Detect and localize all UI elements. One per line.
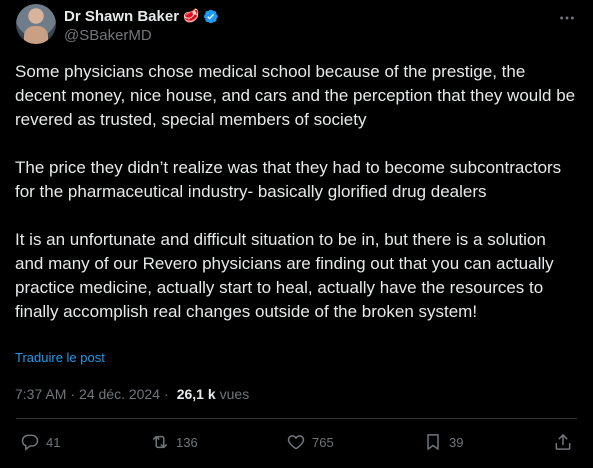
post-date[interactable]: 24 déc. 2024 [79, 384, 160, 404]
divider [16, 418, 577, 419]
tweet-paragraph: It is an unfortunate and difficult situa… [15, 230, 554, 321]
bookmark-count: 39 [449, 434, 464, 450]
tweet-paragraph: Some physicians chose medical school bec… [15, 62, 576, 129]
post-time[interactable]: 7:37 AM [15, 384, 66, 404]
tweet-paragraph: The price they didn’t realize was that t… [15, 158, 562, 201]
name-row: Dr Shawn Baker 🥩 [64, 6, 219, 26]
avatar[interactable] [16, 4, 56, 44]
repost-count: 136 [176, 434, 198, 450]
tweet-body: Some physicians chose medical school bec… [15, 60, 578, 324]
tweet-meta: 7:37 AM · 24 déc. 2024 · 26,1 k vues [15, 384, 249, 404]
repost-button[interactable]: 136 [150, 432, 198, 452]
views-label: vues [219, 386, 250, 402]
reply-icon [21, 434, 39, 451]
reply-button[interactable]: 41 [20, 432, 60, 452]
repost-icon [153, 435, 167, 449]
steak-emoji: 🥩 [183, 8, 200, 23]
meta-separator: · [164, 386, 169, 402]
display-name[interactable]: Dr Shawn Baker [64, 8, 179, 25]
bookmark-button[interactable]: 39 [423, 432, 463, 452]
views-count[interactable]: 26,1 k [177, 384, 216, 404]
share-button[interactable] [553, 432, 573, 452]
like-button[interactable]: 765 [286, 432, 334, 452]
author-names: Dr Shawn Baker 🥩 @SBakerMD [64, 6, 219, 46]
more-horizontal-icon[interactable] [557, 8, 577, 28]
reply-count: 41 [46, 434, 61, 450]
meta-separator: · [70, 386, 76, 402]
author-handle[interactable]: @SBakerMD [64, 26, 219, 46]
tweet-header: Dr Shawn Baker 🥩 @SBakerMD [16, 4, 577, 48]
share-icon [555, 434, 571, 450]
heart-icon [287, 435, 305, 450]
tweet: Dr Shawn Baker 🥩 @SBakerMD Some physicia… [0, 0, 593, 468]
verified-badge-icon[interactable] [202, 8, 219, 25]
like-count: 765 [312, 434, 334, 450]
action-bar: 41 136 765 39 [16, 430, 577, 454]
bookmark-icon [427, 434, 439, 450]
translate-link[interactable]: Traduire le post [15, 349, 105, 367]
